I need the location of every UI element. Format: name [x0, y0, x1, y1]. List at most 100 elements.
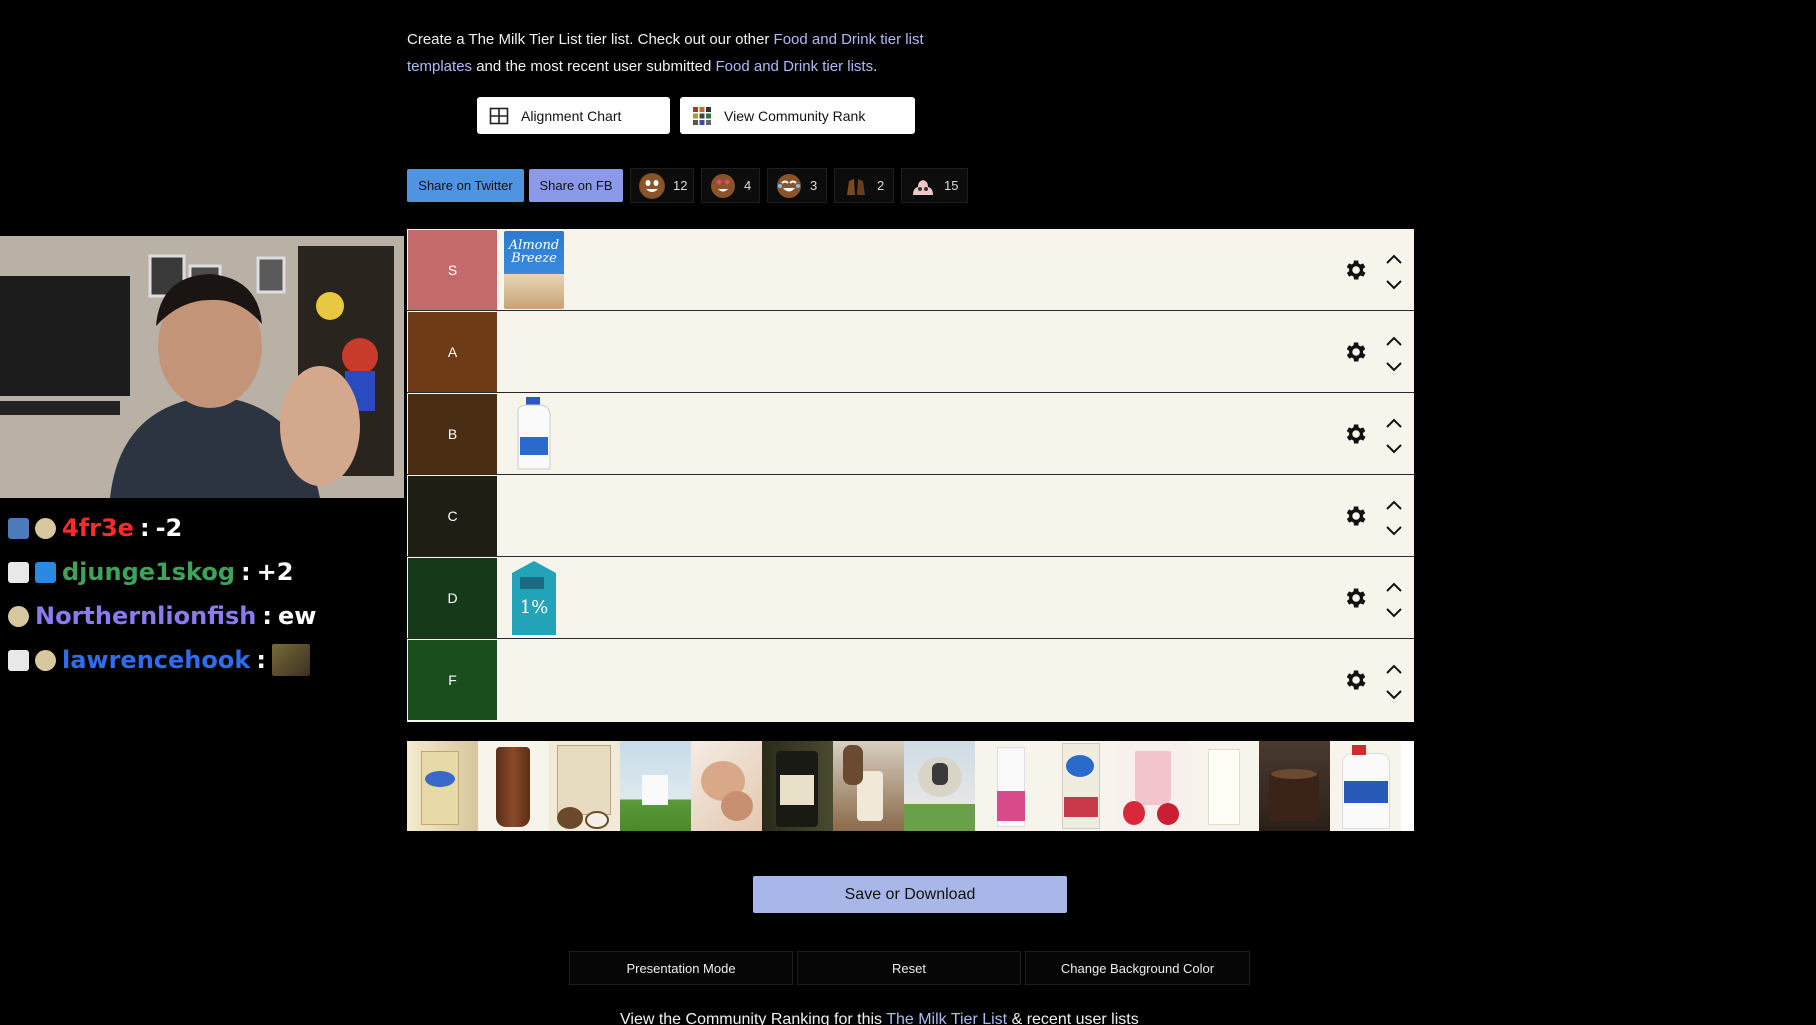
reaction-heart-eyes[interactable]: 4	[701, 168, 760, 203]
tier-settings-gear-icon[interactable]	[1342, 257, 1368, 283]
chat-text: -2	[155, 514, 183, 542]
unranked-item-pool	[407, 741, 1414, 831]
presentation-mode-button[interactable]: Presentation Mode	[569, 951, 793, 985]
compass-badge-icon	[35, 649, 56, 671]
milk-glass[interactable]	[1188, 741, 1259, 831]
move-down-chevron-icon[interactable]	[1385, 279, 1403, 291]
skim-milk-jug[interactable]	[1330, 741, 1401, 831]
alignment-chart-button[interactable]: Alignment Chart	[477, 97, 670, 134]
tier-label-a[interactable]: A	[408, 312, 497, 392]
breast-milk[interactable]	[691, 741, 762, 831]
move-up-chevron-icon[interactable]	[1385, 581, 1403, 593]
intro-text: Create a The Milk Tier List tier list. C…	[407, 31, 924, 75]
chat-text: +2	[256, 558, 294, 586]
reaction-count: 2	[877, 178, 885, 193]
goat-milk[interactable]	[620, 741, 691, 831]
oat-milk-carton[interactable]	[407, 741, 478, 831]
move-up-chevron-icon[interactable]	[1385, 253, 1403, 265]
milking-cow[interactable]	[833, 741, 904, 831]
heart-eyes-emoji-icon	[710, 173, 736, 199]
chocolate-milk-cup[interactable]	[1259, 741, 1330, 831]
community-rank-icon	[693, 106, 711, 125]
move-down-chevron-icon[interactable]	[1385, 443, 1403, 455]
tier-row-f: F	[407, 639, 1414, 721]
emote-image-icon	[271, 644, 310, 676]
tier-settings-gear-icon[interactable]	[1342, 667, 1368, 693]
compass-badge-icon	[35, 517, 56, 539]
tier-label-b[interactable]: B	[408, 394, 497, 474]
move-down-chevron-icon[interactable]	[1385, 525, 1403, 537]
silk-soy-milk[interactable]	[1046, 741, 1117, 831]
tier-label-f[interactable]: F	[408, 640, 497, 720]
sheep-milk[interactable]	[904, 741, 975, 831]
laughing-emoji-icon	[639, 172, 665, 199]
chat-message: 4fr3e: -2	[8, 509, 182, 547]
food-drink-user-lists-link[interactable]: Food and Drink tier lists	[716, 58, 874, 75]
svg-text:1%: 1%	[520, 597, 549, 618]
whole-milk-gallon-jug[interactable]	[504, 395, 564, 473]
move-down-chevron-icon[interactable]	[1385, 361, 1403, 373]
clapping-hands-icon	[843, 173, 869, 199]
poop-emoji-icon	[910, 173, 936, 199]
chocolate-milk-glass[interactable]	[478, 741, 549, 831]
chat-username[interactable]: lawrencehook	[62, 646, 250, 674]
tier-board: S Almond Breeze A B C D 1% F	[407, 229, 1414, 722]
milk-tier-list-link[interactable]: The Milk Tier List	[886, 1011, 1007, 1025]
chart-badge-icon	[8, 649, 29, 671]
save-or-download-button[interactable]: Save or Download	[753, 876, 1067, 913]
reaction-count: 4	[744, 178, 752, 193]
share-twitter-button[interactable]: Share on Twitter	[407, 169, 524, 202]
chat-message: djunge1skog: +2	[8, 553, 293, 591]
reset-button[interactable]: Reset	[797, 951, 1021, 985]
reaction-count: 12	[673, 178, 688, 193]
move-up-chevron-icon[interactable]	[1385, 499, 1403, 511]
coconut-milk-carton[interactable]	[549, 741, 620, 831]
change-background-color-button[interactable]: Change Background Color	[1025, 951, 1250, 985]
chat-text: ew	[277, 602, 317, 630]
move-down-chevron-icon[interactable]	[1385, 689, 1403, 701]
gift-badge-icon	[8, 517, 29, 539]
tier-row-d: D 1%	[407, 557, 1414, 639]
compass-badge-icon	[8, 605, 29, 627]
tier-row-a: A	[407, 311, 1414, 393]
reaction-poop[interactable]: 15	[901, 168, 968, 203]
one-percent-milk-carton[interactable]: 1%	[504, 559, 564, 637]
crying-laughing-emoji-icon	[776, 173, 802, 199]
tier-label-d[interactable]: D	[408, 558, 497, 638]
chat-username[interactable]: 4fr3e	[62, 514, 134, 542]
move-up-chevron-icon[interactable]	[1385, 417, 1403, 429]
tier-settings-gear-icon[interactable]	[1342, 503, 1368, 529]
strawberry-milk[interactable]	[1117, 741, 1188, 831]
tier-label-c[interactable]: C	[408, 476, 497, 556]
crown-badge-icon	[35, 561, 56, 583]
move-down-chevron-icon[interactable]	[1385, 607, 1403, 619]
tier-row-b: B	[407, 393, 1414, 475]
tier-settings-gear-icon[interactable]	[1342, 339, 1368, 365]
almond-breeze-carton[interactable]: Almond Breeze	[504, 231, 564, 309]
chart-badge-icon	[8, 561, 29, 583]
reaction-count: 3	[810, 178, 818, 193]
tier-settings-gear-icon[interactable]	[1342, 585, 1368, 611]
oat-milk-bottle[interactable]	[762, 741, 833, 831]
chat-message: Northernlionfish: ew	[8, 597, 316, 635]
move-up-chevron-icon[interactable]	[1385, 663, 1403, 675]
chat-message: lawrencehook:	[8, 641, 310, 679]
webcam-overlay	[0, 236, 404, 498]
reaction-clapping[interactable]: 2	[834, 168, 894, 203]
streamer-webcam-image	[0, 236, 404, 498]
chat-username[interactable]: djunge1skog	[62, 558, 235, 586]
community-ranking-footer: View the Community Ranking for this The …	[620, 1011, 1139, 1025]
tier-settings-gear-icon[interactable]	[1342, 421, 1368, 447]
reaction-laughing[interactable]: 12	[630, 168, 694, 203]
move-up-chevron-icon[interactable]	[1385, 335, 1403, 347]
reaction-crying-laughing[interactable]: 3	[767, 168, 827, 203]
reaction-count: 15	[944, 178, 959, 193]
tier-row-c: C	[407, 475, 1414, 557]
tier-label-s[interactable]: S	[408, 230, 497, 310]
grid-icon	[489, 107, 509, 124]
camel-milk[interactable]	[975, 741, 1046, 831]
view-community-rank-button[interactable]: View Community Rank	[680, 97, 915, 134]
tier-row-s: S Almond Breeze	[407, 229, 1414, 311]
share-fb-button[interactable]: Share on FB	[529, 169, 623, 202]
chat-username[interactable]: Northernlionfish	[35, 602, 256, 630]
